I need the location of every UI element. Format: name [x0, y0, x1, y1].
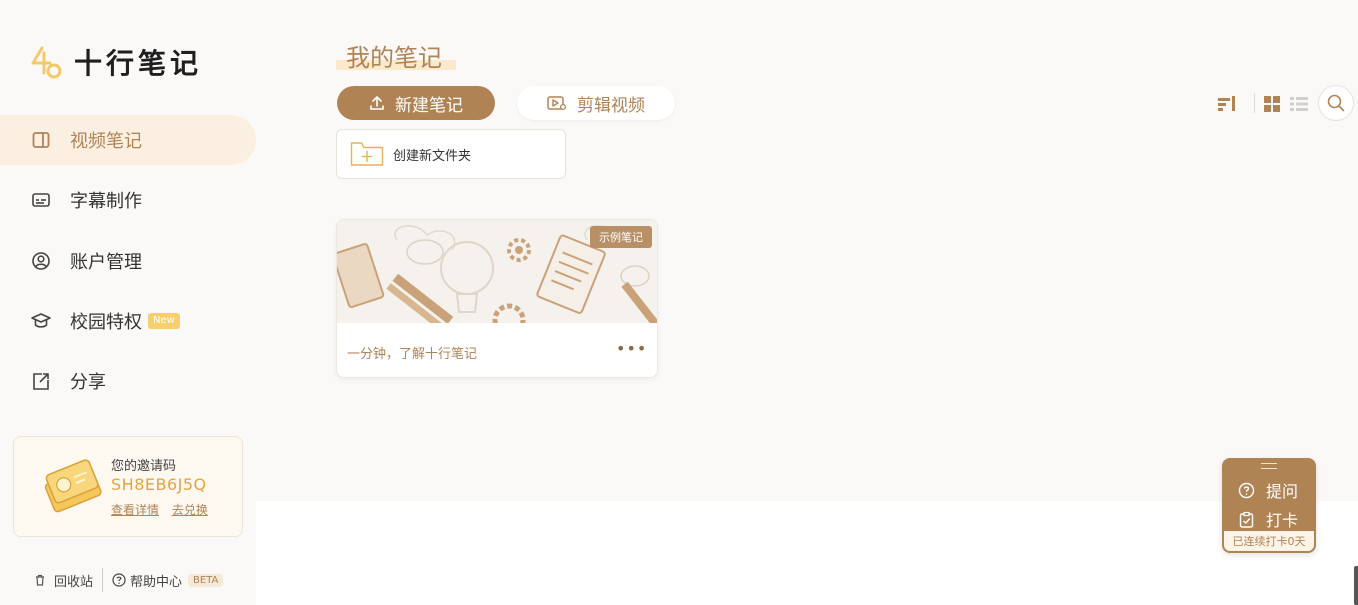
- sidebar-item-label: 校园特权: [70, 312, 142, 333]
- invite-card: 您的邀请码 SH8EB6J5Q 查看详情 去兑换: [13, 436, 243, 537]
- sidebar-item-campus[interactable]: 校园特权 New: [0, 296, 256, 346]
- new-badge: New: [148, 313, 180, 329]
- invite-title: 您的邀请码: [111, 459, 177, 474]
- new-note-label: 新建笔记: [395, 95, 463, 116]
- grid-view-icon[interactable]: [1264, 96, 1280, 116]
- help-icon: [1238, 482, 1255, 498]
- ask-question-button[interactable]: 提问: [1238, 478, 1298, 502]
- app-logo[interactable]: 十行笔记: [30, 44, 202, 80]
- sidebar-footer: 回收站 帮助中心 BETA: [34, 568, 224, 592]
- invite-details-link[interactable]: 查看详情: [111, 503, 159, 517]
- user-circle-icon: [30, 250, 52, 272]
- help-icon: [112, 573, 126, 587]
- upload-icon: [370, 96, 384, 110]
- recycle-bin-link[interactable]: 回收站: [34, 571, 93, 590]
- create-folder-button[interactable]: 创建新文件夹: [336, 129, 566, 179]
- toolbar-divider: [1254, 93, 1255, 113]
- edit-video-button[interactable]: 剪辑视频: [517, 86, 675, 120]
- search-button[interactable]: [1318, 85, 1354, 121]
- more-options-icon[interactable]: •••: [616, 341, 647, 357]
- ask-label: 提问: [1266, 482, 1299, 501]
- sidebar-item-label: 字幕制作: [70, 191, 142, 212]
- sidebar-item-label: 分享: [70, 372, 106, 393]
- note-card[interactable]: 示例笔记 一分钟，了解十行笔记 •••: [336, 219, 658, 378]
- checkin-streak: 已连续打卡0天: [1224, 531, 1314, 551]
- sidebar-item-share[interactable]: 分享: [0, 356, 256, 406]
- help-center-link[interactable]: 帮助中心 BETA: [112, 571, 224, 590]
- page-title-wrap: 我的笔记: [336, 38, 456, 72]
- invite-code: SH8EB6J5Q: [111, 475, 207, 494]
- folder-plus-icon: [350, 142, 384, 166]
- floating-widget: 提问 打卡 已连续打卡0天: [1222, 458, 1316, 553]
- invite-redeem-link[interactable]: 去兑换: [172, 503, 208, 517]
- note-thumbnail: 示例笔记: [337, 220, 657, 323]
- create-folder-label: 创建新文件夹: [393, 148, 472, 164]
- panel-icon: [30, 129, 52, 151]
- trash-icon: [36, 574, 44, 586]
- invite-links: 查看详情 去兑换: [111, 501, 217, 518]
- content-lower-area: [256, 501, 1358, 605]
- page-title: 我的笔记: [346, 44, 442, 72]
- sidebar-item-label: 账户管理: [70, 252, 142, 273]
- checkin-label: 打卡: [1266, 511, 1299, 530]
- sidebar-item-label: 视频笔记: [70, 131, 142, 152]
- logo-icon: [31, 46, 62, 79]
- sample-note-badge: 示例笔记: [590, 226, 652, 248]
- window-edge-indicator: [1354, 566, 1358, 605]
- beta-badge: BETA: [188, 573, 224, 587]
- recycle-bin-label: 回收站: [54, 574, 94, 590]
- search-icon: [1327, 94, 1345, 112]
- new-note-button[interactable]: 新建笔记: [337, 86, 495, 120]
- sidebar-item-video-notes[interactable]: 视频笔记: [0, 115, 256, 165]
- clipboard-check-icon: [1239, 511, 1254, 528]
- checkin-button[interactable]: 打卡: [1238, 507, 1298, 531]
- drag-handle-icon[interactable]: [1261, 463, 1277, 469]
- graduation-cap-icon: [30, 310, 52, 332]
- share-icon: [30, 370, 52, 392]
- app-name: 十行笔记: [74, 47, 203, 80]
- sidebar: 十行笔记 视频笔记 字幕制作 账户管理 校园特权 New 分享 您的邀请码 SH…: [0, 0, 256, 605]
- sidebar-item-account[interactable]: 账户管理: [0, 236, 256, 286]
- video-cut-icon: [547, 96, 567, 111]
- list-view-icon[interactable]: [1290, 96, 1308, 116]
- edit-video-label: 剪辑视频: [577, 95, 645, 116]
- coupon-icon: [44, 459, 102, 513]
- help-center-label: 帮助中心: [130, 574, 183, 590]
- sort-icon[interactable]: [1218, 96, 1236, 116]
- subtitle-icon: [30, 189, 52, 211]
- footer-divider: [102, 568, 104, 592]
- note-title: 一分钟，了解十行笔记: [347, 347, 478, 362]
- sidebar-item-subtitles[interactable]: 字幕制作: [0, 175, 256, 225]
